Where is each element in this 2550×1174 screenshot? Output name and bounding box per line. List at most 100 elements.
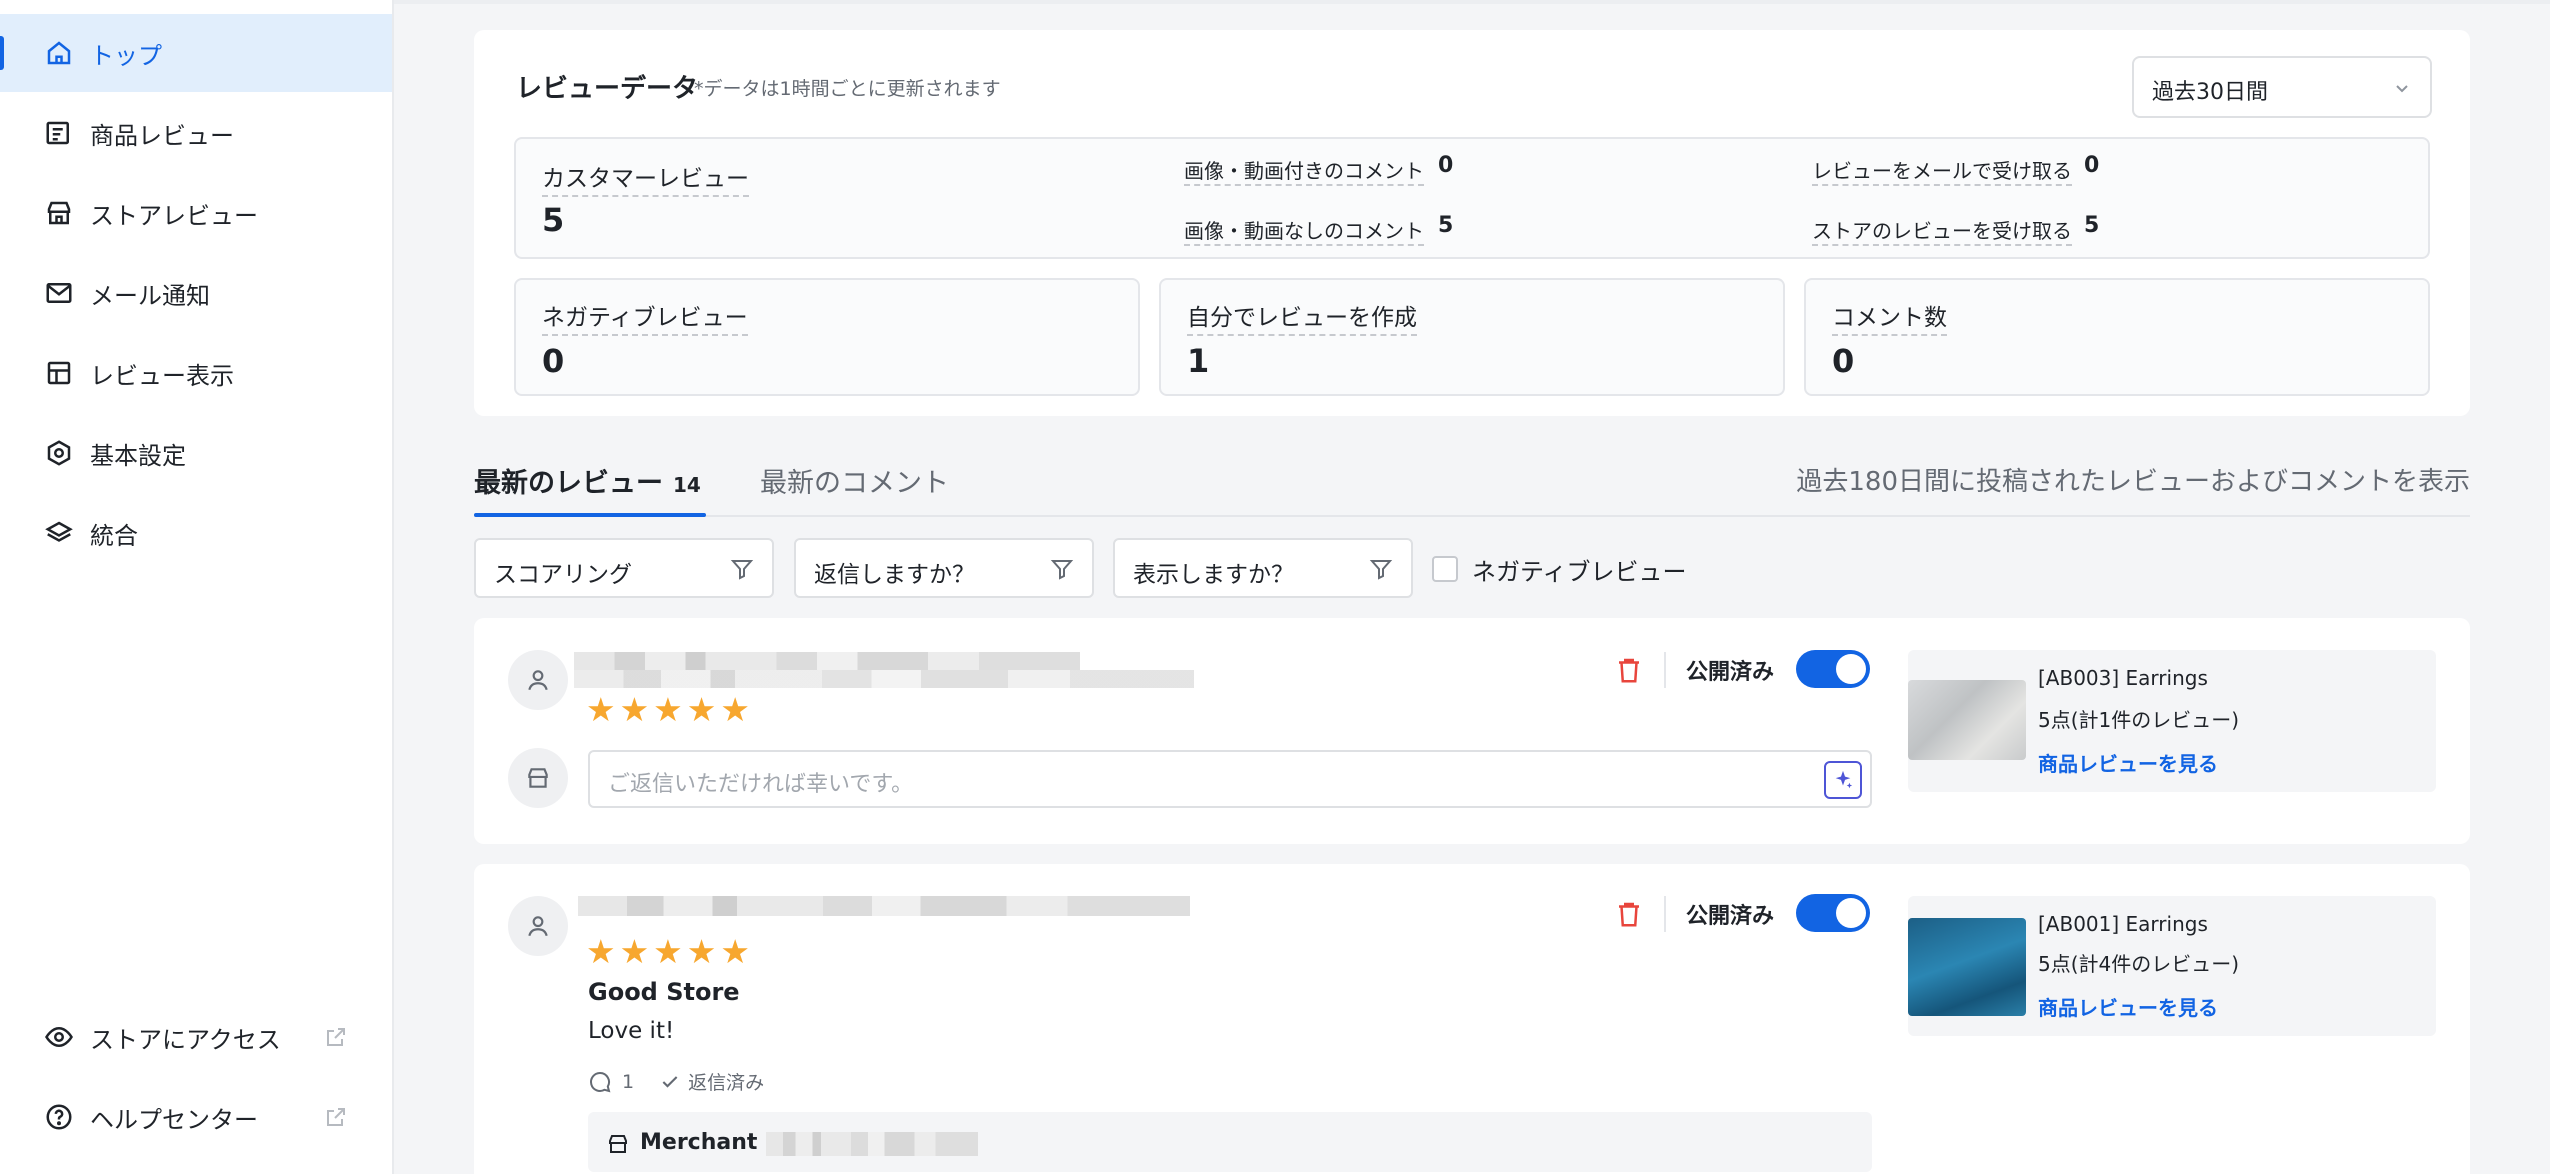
trash-icon[interactable] bbox=[1614, 654, 1644, 686]
sidebar-item-label: ヘルプセンター bbox=[90, 1105, 258, 1134]
negative-reviews-value: 0 bbox=[542, 342, 565, 380]
reply-input[interactable]: ご返信いただければ幸いです。 bbox=[588, 750, 1872, 808]
sidebar-item-settings[interactable]: 基本設定 bbox=[0, 414, 392, 492]
store-reviews-value: 5 bbox=[2084, 213, 2100, 238]
displayed-filter[interactable]: 表示しますか？ bbox=[1113, 538, 1413, 598]
negative-reviews-label: ネガティブレビュー bbox=[542, 298, 748, 336]
eye-icon bbox=[42, 1020, 76, 1054]
sidebar-item-label: レビュー表示 bbox=[90, 361, 234, 390]
without-media-value: 5 bbox=[1438, 213, 1454, 238]
sidebar-item-label: トップ bbox=[90, 41, 162, 70]
customer-reviews-label: カスタマーレビュー bbox=[542, 159, 749, 197]
filter-icon bbox=[1050, 560, 1074, 580]
comments-label: コメント数 bbox=[1832, 298, 1947, 336]
product-name: [AB003] Earrings bbox=[2038, 666, 2208, 690]
publish-toggle[interactable] bbox=[1796, 650, 1870, 688]
merchant-label: Merchant bbox=[640, 1130, 758, 1155]
with-media-label: 画像・動画付きのコメント bbox=[1184, 155, 1424, 186]
review-data-subtitle: *データは1時間ごとに更新されます bbox=[694, 78, 1001, 100]
period-select-value: 過去30日間 bbox=[2152, 80, 2268, 105]
self-created-value: 1 bbox=[1187, 342, 1210, 380]
filter-icon bbox=[1369, 560, 1393, 580]
sidebar-item-mail[interactable]: メール通知 bbox=[0, 254, 392, 332]
publish-status-label: 公開済み bbox=[1686, 904, 1775, 929]
sidebar-item-label: 基本設定 bbox=[90, 441, 186, 470]
layout-icon bbox=[42, 356, 76, 390]
comments-box: コメント数 0 bbox=[1804, 278, 2430, 396]
product-panel: [AB001] Earrings 5点(計4件のレビュー) 商品レビューを見る bbox=[1908, 896, 2436, 1036]
tab-latest-reviews[interactable]: 最新のレビュー 14 bbox=[474, 461, 701, 500]
user-avatar bbox=[508, 650, 568, 710]
scoring-filter[interactable]: スコアリング bbox=[474, 538, 774, 598]
product-name: [AB001] Earrings bbox=[2038, 912, 2208, 936]
product-review-icon bbox=[42, 116, 76, 150]
customer-reviews-value: 5 bbox=[542, 201, 565, 239]
self-created-box: 自分でレビューを作成 1 bbox=[1159, 278, 1785, 396]
chevron-down-icon bbox=[2396, 85, 2408, 93]
store-reviews-label: ストアのレビューを受け取る bbox=[1812, 215, 2072, 246]
review-card: ★★★★★ 公開済み ご返信いただければ幸いです。 [AB003] Earrin… bbox=[474, 618, 2470, 844]
user-icon bbox=[528, 670, 548, 691]
store-avatar bbox=[508, 748, 568, 808]
tab-label: 最新のレビュー bbox=[474, 468, 663, 499]
review-data-card: レビューデータ *データは1時間ごとに更新されます 過去30日間 カスタマーレビ… bbox=[474, 30, 2470, 416]
via-email-value: 0 bbox=[2084, 153, 2100, 178]
negative-review-checkbox[interactable] bbox=[1432, 556, 1458, 582]
star-rating: ★★★★★ bbox=[586, 690, 754, 729]
sidebar-item-label: 統合 bbox=[90, 521, 138, 550]
sidebar-item-visit-store[interactable]: ストアにアクセス bbox=[0, 998, 392, 1076]
reviewer-name-blurred bbox=[574, 652, 1080, 670]
merchant-name-blurred bbox=[766, 1132, 978, 1156]
view-product-reviews-link[interactable]: 商品レビューを見る bbox=[2038, 992, 2218, 1021]
layers-icon bbox=[42, 516, 76, 550]
filter-icon bbox=[730, 560, 754, 580]
settings-icon bbox=[42, 436, 76, 470]
trash-icon[interactable] bbox=[1614, 898, 1644, 930]
period-select[interactable]: 過去30日間 bbox=[2132, 56, 2432, 118]
reviewer-email-blurred bbox=[574, 670, 1194, 688]
review-data-title: レビューデータ bbox=[516, 74, 699, 104]
tab-latest-comments[interactable]: 最新のコメント bbox=[760, 461, 949, 500]
sidebar-item-review-display[interactable]: レビュー表示 bbox=[0, 334, 392, 412]
active-tab-indicator bbox=[474, 513, 706, 517]
help-icon bbox=[42, 1100, 76, 1134]
negative-reviews-box: ネガティブレビュー 0 bbox=[514, 278, 1140, 396]
sidebar-item-help-center[interactable]: ヘルプセンター bbox=[0, 1078, 392, 1156]
replied-status: 返信済み bbox=[688, 1072, 765, 1094]
top-divider bbox=[394, 0, 2550, 4]
divider bbox=[1664, 652, 1666, 688]
product-image bbox=[1908, 680, 2026, 760]
sidebar-item-top[interactable]: トップ bbox=[0, 14, 392, 92]
tab-count: 14 bbox=[673, 473, 701, 497]
star-rating: ★★★★★ bbox=[586, 932, 754, 971]
tab-note: 過去180日間に投稿されたレビューおよびコメントを表示 bbox=[1796, 467, 2470, 497]
sidebar-item-integrations[interactable]: 統合 bbox=[0, 494, 392, 572]
reviewer-name-blurred bbox=[578, 896, 1190, 916]
sidebar: トップ 商品レビュー ストアレビュー メール通知 レビュー表示 基本設定 統合 … bbox=[0, 0, 394, 1174]
replied-filter[interactable]: 返信しますか？ bbox=[794, 538, 1094, 598]
sidebar-item-store-reviews[interactable]: ストアレビュー bbox=[0, 174, 392, 252]
divider bbox=[1664, 896, 1666, 932]
external-link-icon bbox=[327, 1028, 345, 1046]
sidebar-item-product-reviews[interactable]: 商品レビュー bbox=[0, 94, 392, 172]
view-product-reviews-link[interactable]: 商品レビューを見る bbox=[2038, 748, 2218, 777]
store-icon bbox=[42, 196, 76, 230]
user-icon bbox=[528, 916, 548, 937]
review-meta: 1 返信済み bbox=[588, 1068, 764, 1095]
external-link-icon bbox=[327, 1108, 345, 1126]
check-icon bbox=[662, 1075, 678, 1088]
home-icon bbox=[42, 36, 76, 70]
product-image bbox=[1908, 918, 2026, 1016]
negative-review-checkbox-label: ネガティブレビュー bbox=[1472, 558, 1687, 586]
ai-reply-button[interactable] bbox=[1824, 761, 1862, 799]
sidebar-item-label: ストアレビュー bbox=[90, 201, 258, 230]
mail-icon bbox=[42, 276, 76, 310]
publish-toggle[interactable] bbox=[1796, 894, 1870, 932]
store-icon bbox=[609, 1135, 627, 1153]
with-media-value: 0 bbox=[1438, 153, 1454, 178]
comment-icon bbox=[590, 1071, 611, 1092]
store-icon bbox=[528, 768, 548, 788]
scoring-filter-label: スコアリング bbox=[494, 562, 632, 588]
review-body: Love it! bbox=[588, 1018, 675, 1044]
without-media-label: 画像・動画なしのコメント bbox=[1184, 215, 1424, 246]
